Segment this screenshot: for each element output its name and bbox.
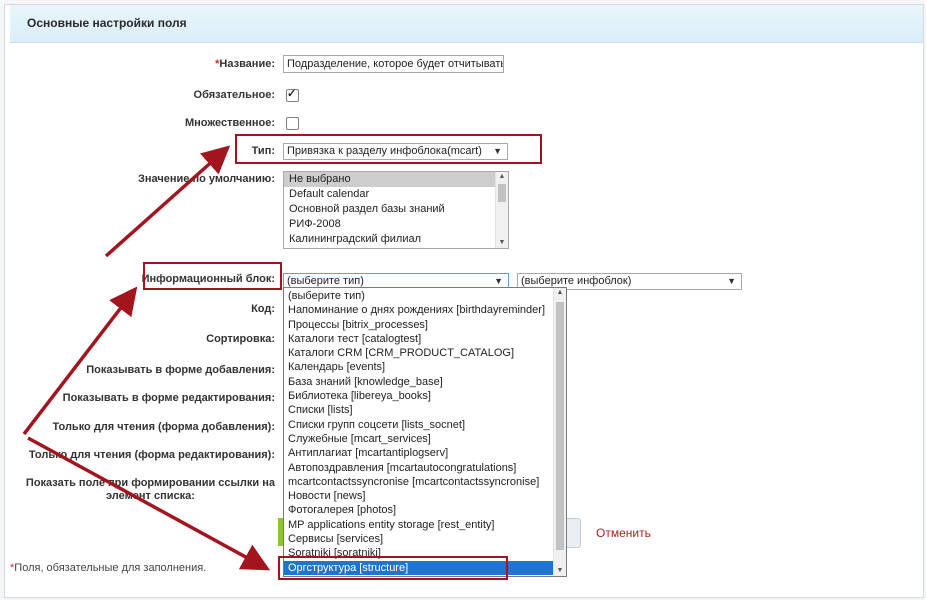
annotation-arrows: [22, 145, 271, 571]
arrow-to-type: [104, 145, 231, 258]
arrow-to-iblock: [22, 286, 138, 436]
arrow-to-structure: [27, 436, 271, 571]
